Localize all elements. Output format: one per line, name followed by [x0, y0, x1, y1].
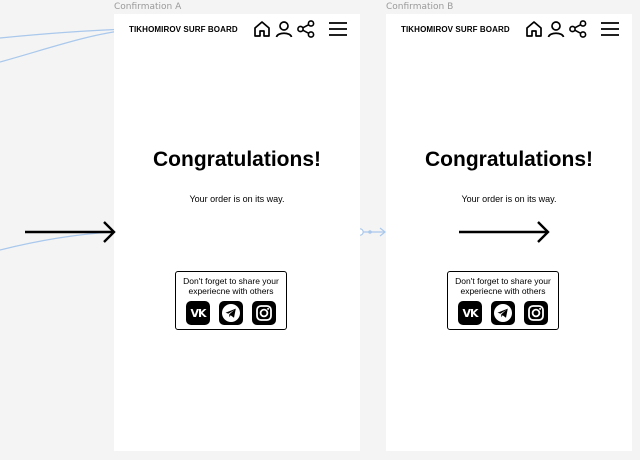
- header: TIKHOMIROV SURF BOARD: [114, 14, 360, 48]
- share-icon[interactable]: [296, 19, 316, 39]
- user-icon[interactable]: [274, 19, 294, 39]
- home-icon[interactable]: [524, 19, 544, 39]
- telegram-icon[interactable]: [219, 301, 243, 325]
- share-card: Don't forget to share your experiecne wi…: [175, 271, 287, 330]
- user-icon[interactable]: [546, 19, 566, 39]
- instagram-icon[interactable]: [252, 301, 276, 325]
- share-icon[interactable]: [568, 19, 588, 39]
- telegram-icon[interactable]: [491, 301, 515, 325]
- brand-title: TIKHOMIROV SURF BOARD: [129, 25, 238, 34]
- vk-logo-text: VK: [462, 307, 478, 320]
- page-title: Congratulations!: [425, 148, 593, 171]
- frame-label-b: Confirmation B: [386, 2, 454, 12]
- menu-icon[interactable]: [599, 19, 621, 39]
- vk-icon[interactable]: VK: [186, 301, 210, 325]
- arrow-right-icon[interactable]: [458, 220, 552, 244]
- header: TIKHOMIROV SURF BOARD: [386, 14, 632, 48]
- vk-logo-text: VK: [190, 307, 206, 320]
- share-prompt: Don't forget to share your experiecne wi…: [183, 276, 279, 296]
- share-card: Don't forget to share your experiecne wi…: [447, 271, 559, 330]
- brand-title: TIKHOMIROV SURF BOARD: [401, 25, 510, 34]
- page-title: Congratulations!: [153, 148, 321, 171]
- arrow-right-icon[interactable]: [24, 220, 118, 244]
- vk-icon[interactable]: VK: [458, 301, 482, 325]
- home-icon[interactable]: [252, 19, 272, 39]
- confirmation-frame-a: TIKHOMIROV SURF BOARD Congratulations! Y…: [114, 14, 360, 451]
- frame-label-a: Confirmation A: [114, 2, 182, 12]
- confirmation-frame-b: TIKHOMIROV SURF BOARD Congratulations! Y…: [386, 14, 632, 451]
- order-status-text: Your order is on its way.: [461, 194, 557, 204]
- share-prompt: Don't forget to share your experiecne wi…: [455, 276, 551, 296]
- menu-icon[interactable]: [327, 19, 349, 39]
- instagram-icon[interactable]: [524, 301, 548, 325]
- order-status-text: Your order is on its way.: [189, 194, 285, 204]
